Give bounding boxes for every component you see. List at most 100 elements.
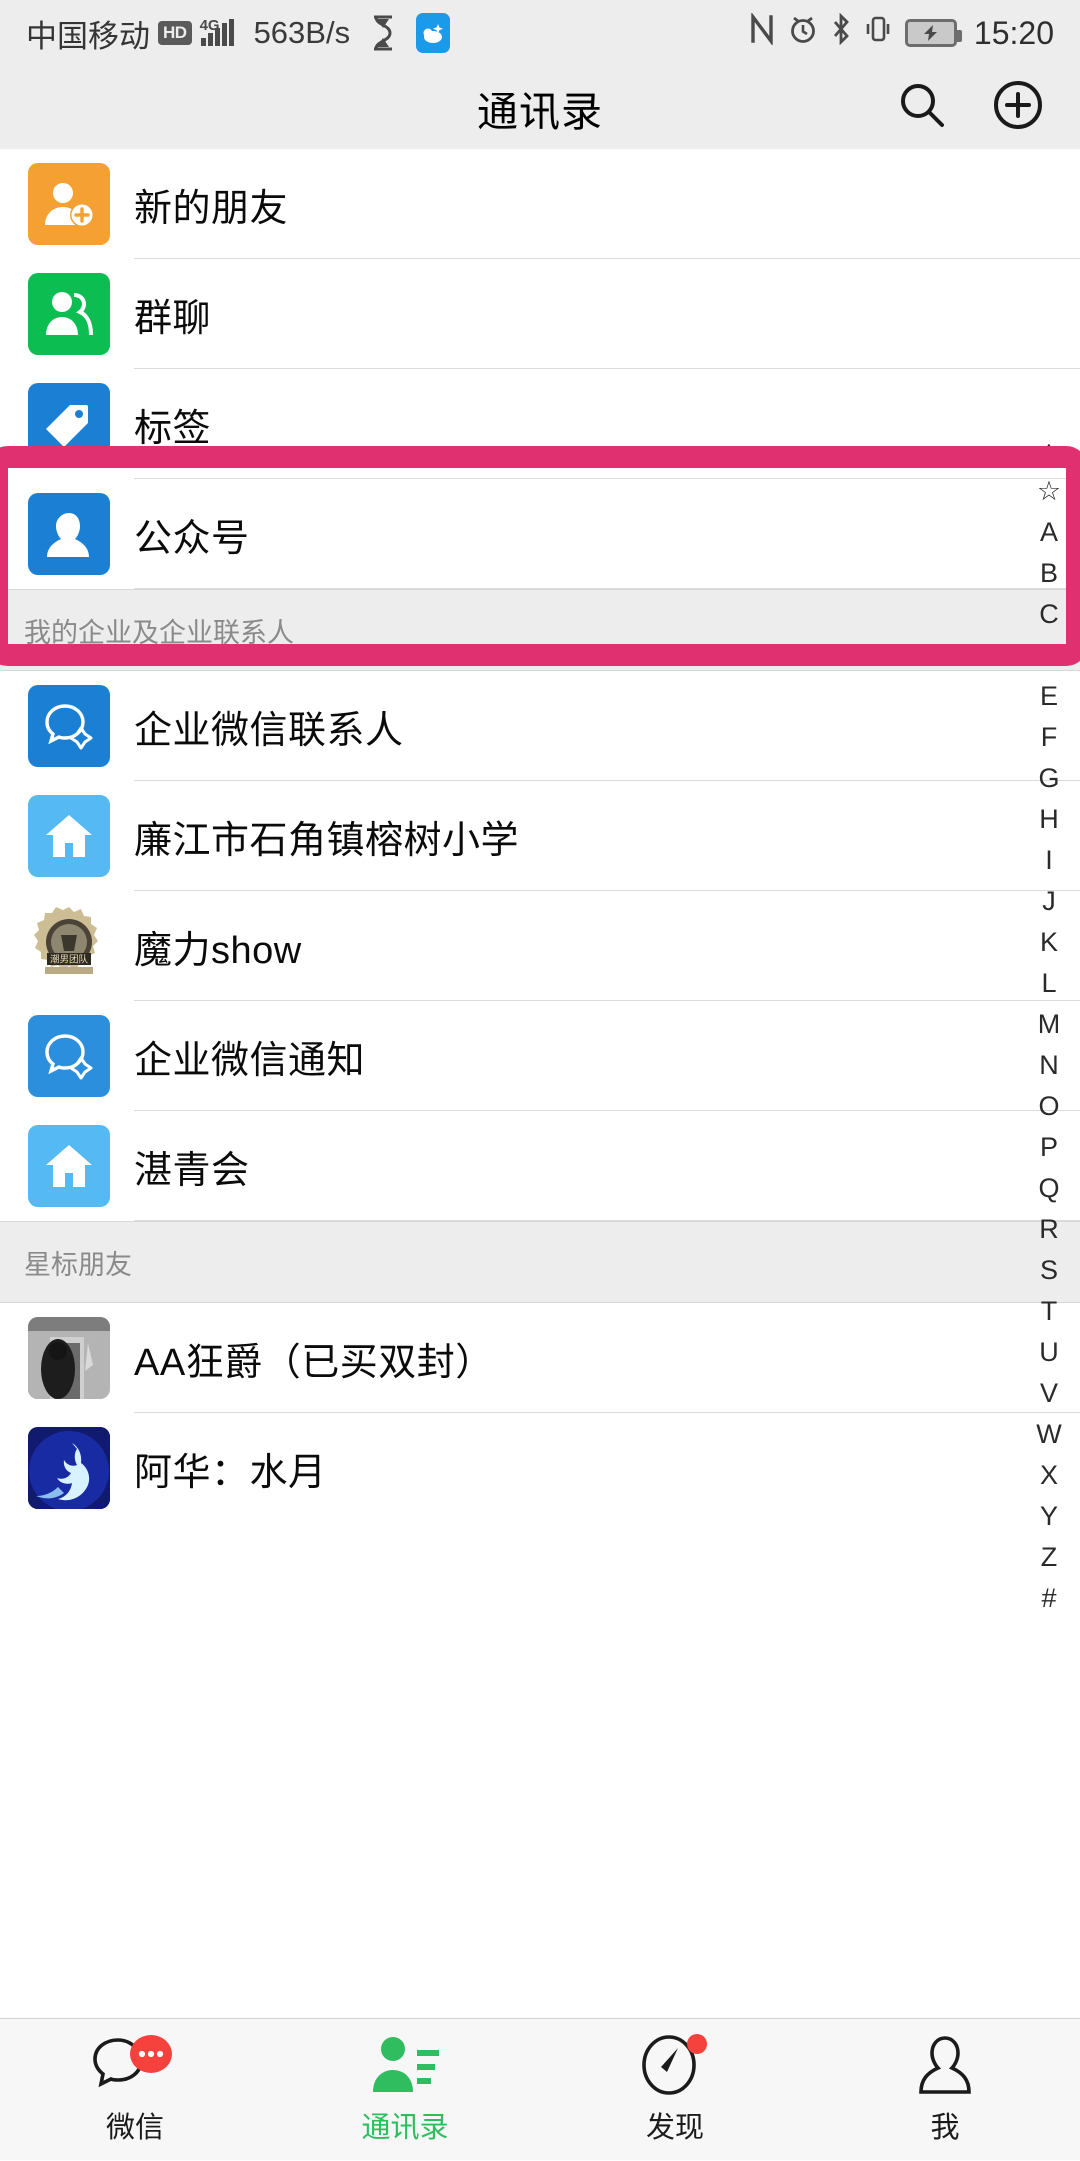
index-item-a[interactable]: A [1018,512,1080,553]
network-type-label: 4G [200,17,220,34]
clock-time: 15:20 [974,15,1054,52]
svg-text:潮男团队: 潮男团队 [50,954,89,966]
index-item-d[interactable]: D [1018,635,1080,676]
list-item-label: 阿华：水月 [134,1441,327,1496]
list-item-new-friend[interactable]: 新的朋友 [0,149,1080,259]
list-item-work-wechat-contacts[interactable]: 企业微信联系人 [0,671,1080,781]
tab-label: 微信 [106,2104,164,2146]
index-item-m[interactable]: M [1018,1004,1080,1045]
list-item-label: 标签 [134,397,211,452]
app-header: 通讯录 [0,66,1080,149]
index-item-c[interactable]: C [1018,594,1080,635]
hourglass-icon [370,15,396,51]
list-item-label: AA狂爵（已买双封） [134,1331,494,1386]
list-item-zhanqinghui[interactable]: 湛青会 [0,1111,1080,1221]
tab-me[interactable]: 我 [810,2019,1080,2161]
page-title: 通讯录 [477,78,603,138]
index-item-j[interactable]: J [1018,881,1080,922]
chat-icon [92,2034,178,2096]
index-item-k[interactable]: K [1018,922,1080,963]
list-item-label: 魔力show [134,919,302,974]
home-icon [28,1125,110,1207]
index-item-h[interactable]: H [1018,799,1080,840]
index-item-x[interactable]: X [1018,1455,1080,1496]
section-header-starred: 星标朋友 [0,1221,1080,1303]
profile-person-icon [910,2034,980,2096]
list-item-moli-show[interactable]: 潮男团队 魔力show [0,891,1080,1001]
status-bar-left: 中国移动 HD 4G 563B/s [26,11,450,56]
bottom-tab-bar: 微信 通讯录 发现 我 [0,2018,1080,2160]
discover-compass-icon [637,2034,713,2096]
status-bar: 中国移动 HD 4G 563B/s 15:20 [0,0,1080,66]
index-item-l[interactable]: L [1018,963,1080,1004]
tab-wechat[interactable]: 微信 [0,2019,270,2161]
index-item-f[interactable]: F [1018,717,1080,758]
index-item-g[interactable]: G [1018,758,1080,799]
index-item-u[interactable]: U [1018,1332,1080,1373]
index-item-q[interactable]: Q [1018,1168,1080,1209]
index-item-up-arrow[interactable]: ↑ [1018,430,1080,471]
alphabet-index-bar[interactable]: ↑ ☆ A B C D E F G H I J K L M N O P Q R … [1018,430,1080,1619]
list-item-work-wechat-notify[interactable]: 企业微信通知 [0,1001,1080,1111]
tab-label: 我 [930,2104,959,2146]
weather-icon [416,13,450,53]
list-item-label: 新的朋友 [134,177,288,232]
list-item-label: 湛青会 [134,1139,250,1194]
index-item-e[interactable]: E [1018,676,1080,717]
group-chat-icon [28,273,110,355]
list-item-contact-aa[interactable]: AA狂爵（已买双封） [0,1303,1080,1413]
tab-discover[interactable]: 发现 [540,2019,810,2161]
list-item-label: 群聊 [134,287,211,342]
index-item-y[interactable]: Y [1018,1496,1080,1537]
work-wechat-icon [28,1015,110,1097]
battery-charging-icon [905,19,957,47]
list-item-label: 公众号 [134,507,250,562]
list-item-label: 企业微信联系人 [134,699,404,754]
work-wechat-icon [28,685,110,767]
index-item-z[interactable]: Z [1018,1537,1080,1578]
status-bar-right: 15:20 [749,13,1054,53]
nfc-icon [749,13,775,53]
hd-badge: HD [158,21,192,44]
add-circle-icon[interactable] [992,79,1044,136]
index-item-hash[interactable]: # [1018,1578,1080,1619]
index-item-w[interactable]: W [1018,1414,1080,1455]
list-item-tags[interactable]: 标签 [0,369,1080,479]
search-icon[interactable] [896,79,948,136]
index-item-s[interactable]: S [1018,1250,1080,1291]
tab-label: 发现 [646,2104,704,2146]
header-actions [896,66,1044,149]
list-item-school[interactable]: 廉江市石角镇榕树小学 [0,781,1080,891]
signal-strength-icon: 4G [200,20,234,46]
new-friend-icon [28,163,110,245]
photo-avatar [28,1427,110,1509]
index-item-o[interactable]: O [1018,1086,1080,1127]
index-item-r[interactable]: R [1018,1209,1080,1250]
photo-avatar [28,1317,110,1399]
list-item-label: 企业微信通知 [134,1029,365,1084]
index-item-n[interactable]: N [1018,1045,1080,1086]
index-item-star[interactable]: ☆ [1018,471,1080,512]
official-account-icon [28,493,110,575]
list-item-group-chat[interactable]: 群聊 [0,259,1080,369]
index-item-t[interactable]: T [1018,1291,1080,1332]
tag-icon [28,383,110,465]
index-item-p[interactable]: P [1018,1127,1080,1168]
bluetooth-icon [831,13,851,53]
home-icon [28,795,110,877]
list-item-label: 廉江市石角镇榕树小学 [134,809,519,864]
vibrate-icon [864,13,892,53]
contacts-icon [367,2034,443,2096]
list-item-contact-ahua[interactable]: 阿华：水月 [0,1413,1080,1523]
tab-contacts[interactable]: 通讯录 [270,2019,540,2161]
alarm-icon [788,13,818,53]
section-header-enterprise: 我的企业及企业联系人 [0,589,1080,671]
index-item-v[interactable]: V [1018,1373,1080,1414]
index-item-i[interactable]: I [1018,840,1080,881]
badge-avatar: 潮男团队 [28,905,110,987]
list-item-official-accounts[interactable]: 公众号 [0,479,1080,589]
index-item-b[interactable]: B [1018,553,1080,594]
carrier-name: 中国移动 [26,11,150,56]
tab-label: 通讯录 [361,2104,448,2146]
network-speed: 563B/s [254,15,351,51]
